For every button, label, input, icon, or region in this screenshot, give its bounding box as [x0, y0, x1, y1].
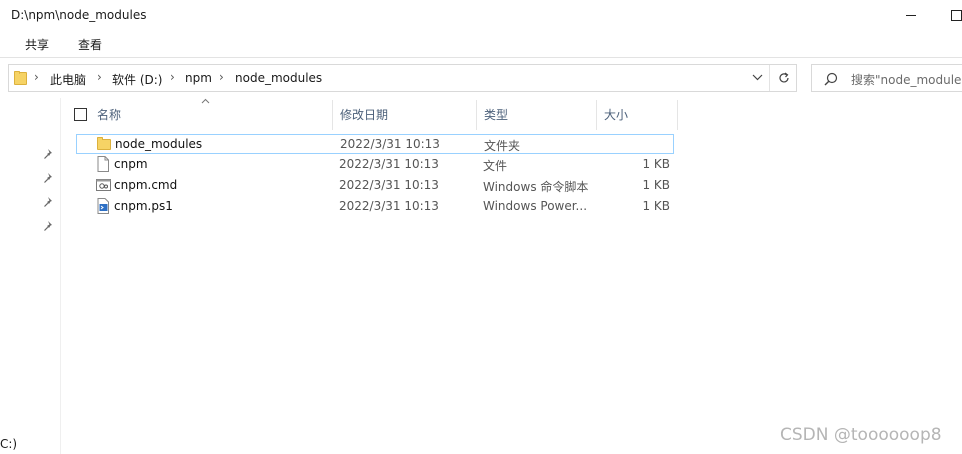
- navigation-pane: C:): [0, 98, 61, 454]
- ribbon: 共享 查看: [0, 32, 962, 58]
- file-row[interactable]: cnpm 2022/3/31 10:13 文件 1 KB: [76, 155, 674, 175]
- column-date[interactable]: 修改日期: [340, 106, 388, 123]
- address-history-dropdown[interactable]: [747, 65, 769, 91]
- chevron-right-icon[interactable]: ›: [97, 70, 102, 84]
- breadcrumb-npm[interactable]: npm: [185, 71, 212, 85]
- file-row[interactable]: cnpm.cmd 2022/3/31 10:13 Windows 命令脚本 1 …: [76, 176, 674, 196]
- file-date: 2022/3/31 10:13: [339, 199, 439, 213]
- tab-share[interactable]: 共享: [22, 36, 52, 53]
- breadcrumb-this-pc[interactable]: 此电脑: [50, 71, 86, 88]
- window-title: D:\npm\node_modules: [11, 8, 147, 22]
- chevron-down-icon: [752, 74, 763, 81]
- file-date: 2022/3/31 10:13: [339, 157, 439, 171]
- folder-icon: [14, 71, 27, 86]
- column-header: 名称 修改日期 类型 大小: [63, 98, 683, 130]
- refresh-icon: [779, 72, 789, 83]
- column-name[interactable]: 名称: [97, 106, 121, 123]
- watermark: CSDN @toooooop8: [780, 425, 942, 445]
- powershell-script-icon: [96, 198, 110, 214]
- file-row[interactable]: node_modules 2022/3/31 10:13 文件夹: [76, 134, 674, 154]
- minimize-button[interactable]: [899, 4, 923, 26]
- chevron-right-icon[interactable]: ›: [170, 70, 175, 84]
- file-name: node_modules: [115, 137, 203, 151]
- pin-icon[interactable]: [43, 148, 55, 160]
- file-type: Windows Power...: [483, 199, 588, 213]
- chevron-right-icon[interactable]: ›: [219, 70, 224, 84]
- pin-icon[interactable]: [43, 172, 55, 184]
- pin-icon[interactable]: [43, 220, 55, 232]
- column-divider[interactable]: [332, 100, 333, 130]
- column-divider[interactable]: [596, 100, 597, 130]
- chevron-right-icon[interactable]: ›: [34, 70, 39, 84]
- column-type[interactable]: 类型: [484, 106, 508, 123]
- file-size: 1 KB: [642, 199, 670, 213]
- file-type: 文件夹: [484, 139, 521, 153]
- file-name: cnpm: [114, 157, 148, 171]
- search-icon: [824, 72, 838, 86]
- search-input[interactable]: 搜索"node_modules": [851, 71, 962, 88]
- file-size: 1 KB: [642, 157, 670, 171]
- maximize-button[interactable]: [944, 4, 962, 26]
- title-bar: D:\npm\node_modules: [0, 0, 962, 32]
- column-divider[interactable]: [677, 100, 678, 130]
- refresh-button[interactable]: [769, 65, 797, 91]
- breadcrumb-drive-d[interactable]: 软件 (D:): [112, 71, 162, 88]
- sort-ascending-icon: [201, 98, 210, 104]
- file-type: Windows 命令脚本: [483, 180, 589, 194]
- nav-item-drive-c[interactable]: C:): [0, 437, 17, 451]
- tab-view[interactable]: 查看: [75, 36, 105, 53]
- pin-icon[interactable]: [43, 196, 55, 208]
- file-name: cnpm.ps1: [114, 199, 173, 213]
- file-type: 文件: [483, 159, 508, 173]
- file-row[interactable]: cnpm.ps1 2022/3/31 10:13 Windows Power..…: [76, 197, 674, 217]
- cmd-script-icon: [96, 177, 111, 193]
- search-box[interactable]: 搜索"node_modules": [811, 64, 962, 92]
- file-date: 2022/3/31 10:13: [340, 137, 440, 151]
- select-all-checkbox[interactable]: [74, 108, 87, 121]
- column-divider[interactable]: [476, 100, 477, 130]
- column-size[interactable]: 大小: [604, 106, 628, 123]
- file-icon: [96, 156, 110, 172]
- address-bar[interactable]: › 此电脑 › 软件 (D:) › npm › node_modules: [8, 64, 797, 92]
- file-date: 2022/3/31 10:13: [339, 178, 439, 192]
- file-name: cnpm.cmd: [114, 178, 178, 192]
- file-size: 1 KB: [642, 178, 670, 192]
- folder-icon: [97, 136, 111, 152]
- breadcrumb-node-modules[interactable]: node_modules: [235, 71, 322, 85]
